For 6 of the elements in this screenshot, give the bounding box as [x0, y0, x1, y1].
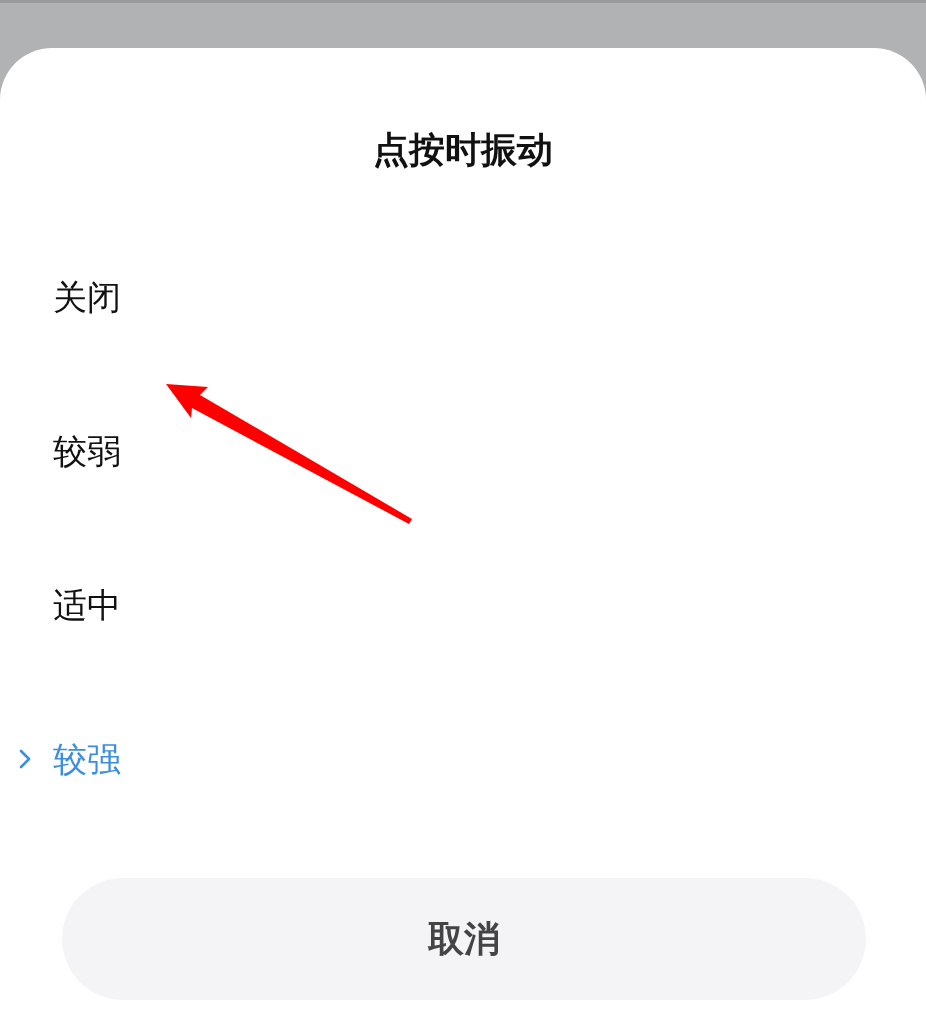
option-item[interactable]: 较弱	[0, 374, 926, 528]
cancel-button[interactable]: 取消	[62, 878, 866, 1000]
option-item[interactable]: 关闭	[0, 220, 926, 374]
dialog-title: 点按时振动	[372, 128, 554, 172]
chevron-icon	[19, 749, 31, 769]
option-item[interactable]: 适中	[0, 528, 926, 682]
